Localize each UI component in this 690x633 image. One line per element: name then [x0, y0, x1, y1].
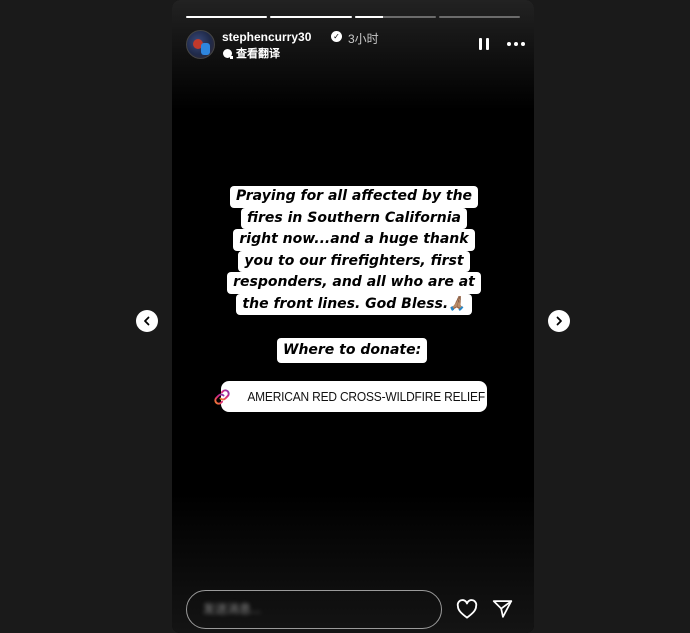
- progress-segment-fill: [186, 16, 268, 18]
- progress-segment-fill: [270, 16, 352, 18]
- story-caption: Praying for all affected by the fires in…: [226, 186, 482, 315]
- donate-label: Where to donate:: [277, 338, 428, 363]
- progress-segment: [438, 16, 520, 18]
- reply-input[interactable]: 发送消息...: [186, 590, 442, 629]
- story-header: stephencurry30 ✓ 3小时 查看翻译: [186, 28, 525, 60]
- caption-line: right now...and a huge thank: [233, 229, 475, 251]
- translate-label: 查看翻译: [236, 48, 280, 60]
- caption-line: the front lines. God Bless.🙏🏽: [236, 293, 472, 315]
- caption-line: you to our firefighters, first: [238, 250, 470, 272]
- avatar[interactable]: [186, 30, 215, 59]
- send-icon[interactable]: [492, 599, 513, 619]
- chevron-right-icon: [556, 316, 562, 326]
- verified-badge-icon: ✓: [331, 31, 342, 42]
- progress-segment: [186, 16, 268, 18]
- heart-icon[interactable]: [456, 599, 478, 619]
- more-options-icon[interactable]: [507, 42, 525, 46]
- post-time: 3小时: [348, 32, 379, 46]
- reply-placeholder: 发送消息...: [203, 602, 262, 616]
- speech-bubble-icon: [223, 48, 233, 59]
- pause-icon[interactable]: [478, 38, 490, 50]
- story-progress-bar: [186, 16, 520, 19]
- link-sticker[interactable]: AMERICAN RED CROSS-WILDFIRE RELIEF: [214, 381, 487, 412]
- previous-story-button[interactable]: [136, 310, 158, 332]
- next-story-button[interactable]: [548, 310, 570, 332]
- translate-button[interactable]: 查看翻译: [223, 46, 280, 60]
- progress-segment: [354, 16, 436, 18]
- story-viewer: stephencurry30 ✓ 3小时 查看翻译: [172, 0, 534, 633]
- caption-line: responders, and all who are at: [227, 272, 481, 294]
- progress-segment: [270, 16, 352, 18]
- link-sticker-label: AMERICAN RED CROSS-WILDFIRE RELIEF: [247, 389, 485, 404]
- caption-line: Praying for all affected by the: [229, 186, 479, 208]
- link-icon: [213, 388, 231, 406]
- caption-line: fires in Southern California: [241, 207, 467, 229]
- chevron-left-icon: [144, 316, 150, 326]
- username[interactable]: stephencurry30: [222, 30, 311, 44]
- progress-segment-fill: [354, 16, 383, 18]
